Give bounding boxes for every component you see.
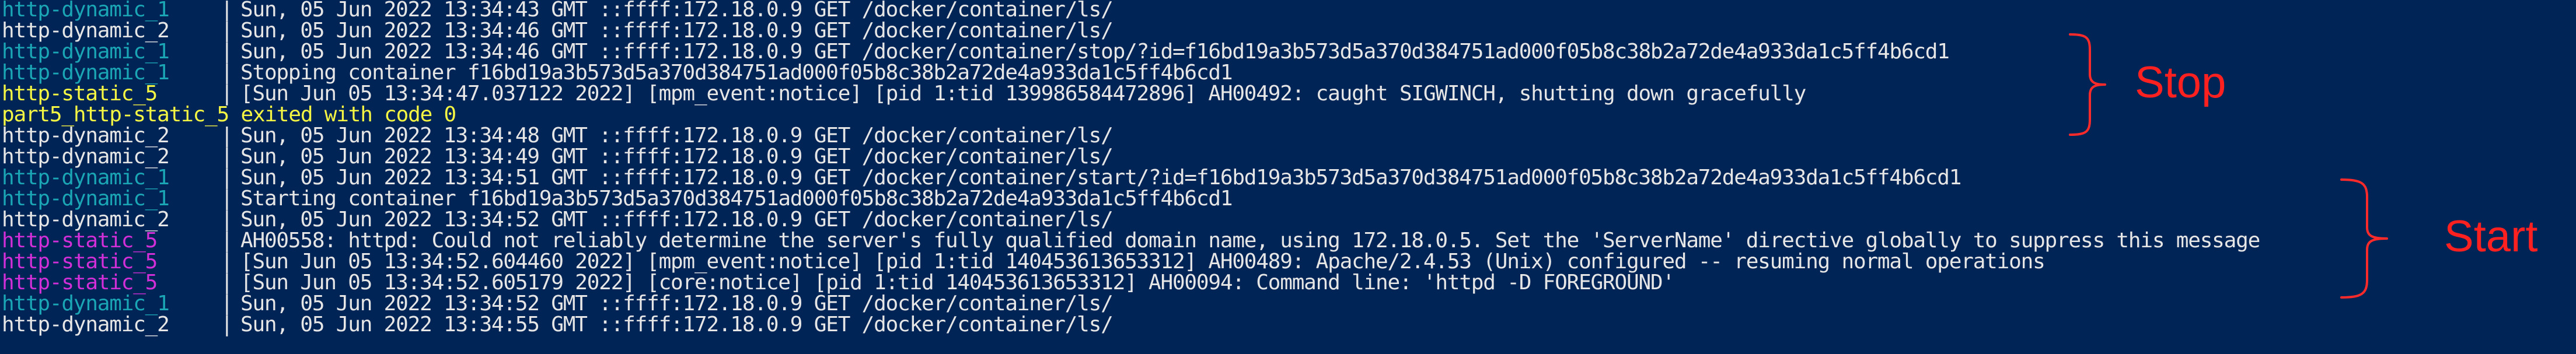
exit-message: part5_http-static_5 exited with code 0 bbox=[2, 103, 456, 127]
log-message: Sun, 05 Jun 2022 13:34:43 GMT ::ffff:172… bbox=[240, 0, 1114, 22]
separator: | bbox=[221, 166, 233, 190]
separator: | bbox=[221, 187, 233, 211]
separator: | bbox=[221, 271, 233, 295]
separator: | bbox=[221, 61, 233, 85]
log-line: http-dynamic_2 | Sun, 05 Jun 2022 13:34:… bbox=[0, 125, 1114, 146]
separator: | bbox=[221, 82, 233, 106]
log-line: http-dynamic_1 | Sun, 05 Jun 2022 13:34:… bbox=[0, 167, 1961, 188]
service-name: http-dynamic_2 bbox=[2, 208, 170, 232]
service-name: http-dynamic_1 bbox=[2, 166, 170, 190]
service-name: http-static_5 bbox=[2, 229, 158, 253]
log-message: Sun, 05 Jun 2022 13:34:55 GMT ::ffff:172… bbox=[240, 313, 1114, 337]
log-message: Stopping container f16bd19a3b573d5a370d3… bbox=[240, 61, 1233, 85]
log-message: Sun, 05 Jun 2022 13:34:46 GMT ::ffff:172… bbox=[240, 19, 1114, 43]
log-line: http-dynamic_1 | Sun, 05 Jun 2022 13:34:… bbox=[0, 41, 1950, 62]
log-message: Sun, 05 Jun 2022 13:34:49 GMT ::ffff:172… bbox=[240, 145, 1114, 169]
log-line: http-dynamic_2 | Sun, 05 Jun 2022 13:34:… bbox=[0, 20, 1114, 41]
service-name: http-static_5 bbox=[2, 271, 158, 295]
separator: | bbox=[221, 0, 233, 22]
log-message: Sun, 05 Jun 2022 13:34:46 GMT ::ffff:172… bbox=[240, 40, 1950, 64]
log-message: Sun, 05 Jun 2022 13:34:51 GMT ::ffff:172… bbox=[240, 166, 1961, 190]
stop-annotation-label: Stop bbox=[2135, 58, 2226, 107]
service-name: http-dynamic_1 bbox=[2, 292, 170, 316]
log-line: http-dynamic_2 | Sun, 05 Jun 2022 13:34:… bbox=[0, 314, 1114, 335]
service-name: http-static_5 bbox=[2, 250, 158, 274]
log-message: [Sun Jun 05 13:34:52.605179 2022] [core:… bbox=[240, 271, 1675, 295]
separator: | bbox=[221, 229, 233, 253]
log-line: http-dynamic_1 | Sun, 05 Jun 2022 13:34:… bbox=[0, 0, 1114, 20]
log-line: http-static_5 | [Sun Jun 05 13:34:52.605… bbox=[0, 272, 1675, 293]
separator: | bbox=[221, 208, 233, 232]
log-message: [Sun Jun 05 13:34:52.604460 2022] [mpm_e… bbox=[240, 250, 2046, 274]
service-name: http-dynamic_2 bbox=[2, 145, 170, 169]
service-name: http-dynamic_2 bbox=[2, 313, 170, 337]
service-name: http-dynamic_1 bbox=[2, 187, 170, 211]
service-name: http-dynamic_1 bbox=[2, 40, 170, 64]
separator: | bbox=[221, 313, 233, 337]
separator: | bbox=[221, 292, 233, 316]
log-line: http-dynamic_2 | Sun, 05 Jun 2022 13:34:… bbox=[0, 146, 1114, 167]
log-line: http-static_5 | [Sun Jun 05 13:34:47.037… bbox=[0, 83, 1806, 104]
log-line: http-dynamic_2 | Sun, 05 Jun 2022 13:34:… bbox=[0, 209, 1114, 230]
log-line: http-dynamic_1 | Sun, 05 Jun 2022 13:34:… bbox=[0, 293, 1114, 314]
log-message: Sun, 05 Jun 2022 13:34:52 GMT ::ffff:172… bbox=[240, 292, 1114, 316]
stop-bracket bbox=[2069, 33, 2106, 136]
service-name: http-dynamic_2 bbox=[2, 19, 170, 43]
log-message: Starting container f16bd19a3b573d5a370d3… bbox=[240, 187, 1233, 211]
log-message: [Sun Jun 05 13:34:47.037122 2022] [mpm_e… bbox=[240, 82, 1806, 106]
separator: | bbox=[221, 145, 233, 169]
log-line: http-dynamic_1 | Starting container f16b… bbox=[0, 188, 1233, 209]
log-line: http-static_5 | AH00558: httpd: Could no… bbox=[0, 230, 2260, 251]
separator: | bbox=[221, 124, 233, 148]
service-name: http-static_5 bbox=[2, 82, 158, 106]
service-name: http-dynamic_1 bbox=[2, 61, 170, 85]
log-message: Sun, 05 Jun 2022 13:34:52 GMT ::ffff:172… bbox=[240, 208, 1114, 232]
log-message: Sun, 05 Jun 2022 13:34:48 GMT ::ffff:172… bbox=[240, 124, 1114, 148]
start-bracket bbox=[2340, 178, 2388, 299]
start-annotation-label: Start bbox=[2444, 212, 2538, 261]
service-name: http-dynamic_2 bbox=[2, 124, 170, 148]
separator: | bbox=[221, 19, 233, 43]
separator: | bbox=[221, 250, 233, 274]
log-message: AH00558: httpd: Could not reliably deter… bbox=[240, 229, 2260, 253]
log-line: http-static_5 | [Sun Jun 05 13:34:52.604… bbox=[0, 251, 2046, 272]
log-line: part5_http-static_5 exited with code 0 bbox=[0, 104, 456, 125]
service-name: http-dynamic_1 bbox=[2, 0, 170, 22]
terminal-output[interactable]: http-dynamic_1 | Sun, 05 Jun 2022 13:34:… bbox=[0, 0, 2576, 354]
log-line: http-dynamic_1 | Stopping container f16b… bbox=[0, 62, 1233, 83]
separator: | bbox=[221, 40, 233, 64]
